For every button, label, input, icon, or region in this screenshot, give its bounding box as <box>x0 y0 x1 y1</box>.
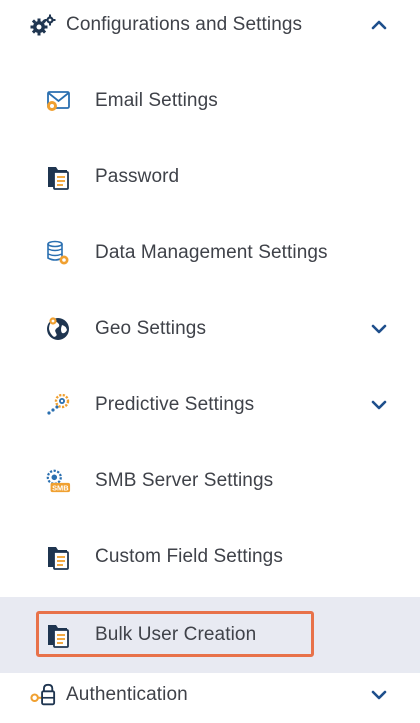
menu-header-authentication[interactable]: Authentication <box>0 670 420 720</box>
menu-item-email-settings[interactable]: Email Settings <box>0 76 420 126</box>
menu-item-label: Data Management Settings <box>95 242 328 263</box>
menu-header-label: Authentication <box>66 684 188 705</box>
menu-item-label: Custom Field Settings <box>95 546 283 567</box>
chevron-down-icon[interactable] <box>371 323 387 335</box>
predictive-gear-icon <box>45 392 71 418</box>
globe-icon <box>45 316 71 342</box>
menu-item-label: Password <box>95 166 180 187</box>
svg-text:SMB: SMB <box>52 483 69 492</box>
email-settings-icon <box>45 88 71 114</box>
menu-item-predictive-settings[interactable]: Predictive Settings <box>0 380 420 430</box>
menu-item-label: Email Settings <box>95 90 218 111</box>
menu-item-label: Predictive Settings <box>95 394 255 415</box>
smb-gear-icon: SMB <box>45 468 71 494</box>
menu-item-geo-settings[interactable]: Geo Settings <box>0 304 420 354</box>
menu-item-label: Geo Settings <box>95 318 207 339</box>
chevron-down-icon[interactable] <box>371 399 387 411</box>
menu-item-smb-server-settings[interactable]: SMB SMB Server Settings <box>0 456 420 506</box>
menu-item-label: SMB Server Settings <box>95 470 274 491</box>
document-folder-icon <box>45 544 71 570</box>
database-gear-icon <box>45 240 71 266</box>
menu-header-configurations[interactable]: Configurations and Settings <box>0 0 420 50</box>
gears-icon <box>30 12 56 38</box>
menu-header-label: Configurations and Settings <box>66 14 303 35</box>
document-folder-icon <box>45 164 71 190</box>
settings-menu: Configurations and Settings Email Settin… <box>0 0 420 723</box>
menu-item-custom-field-settings[interactable]: Custom Field Settings <box>0 532 420 582</box>
menu-item-password[interactable]: Password <box>0 152 420 202</box>
chevron-down-icon[interactable] <box>371 689 387 701</box>
key-lock-icon <box>30 682 56 708</box>
menu-item-data-management-settings[interactable]: Data Management Settings <box>0 228 420 278</box>
chevron-up-icon[interactable] <box>371 19 387 31</box>
selection-highlight-box <box>36 611 314 657</box>
